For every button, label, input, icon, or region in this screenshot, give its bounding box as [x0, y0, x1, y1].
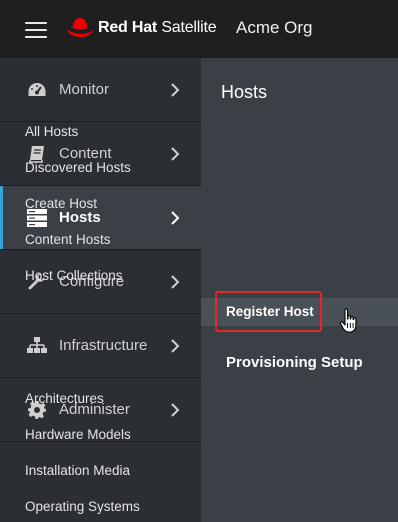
submenu-title: Hosts: [221, 82, 268, 102]
submenu-item-create-host[interactable]: Create Host: [25, 196, 97, 211]
chevron-right-icon: [171, 146, 180, 161]
hosts-submenu: Hosts: [201, 58, 398, 522]
brand-logo[interactable]: Red Hat Satellite: [66, 17, 217, 39]
submenu-item-content-hosts[interactable]: Content Hosts: [25, 232, 111, 247]
brand-name: Red Hat Satellite: [98, 19, 217, 36]
organization-selector[interactable]: Acme Org: [236, 18, 313, 38]
submenu-item-all-hosts[interactable]: All Hosts: [25, 124, 78, 139]
top-header: Red Hat Satellite Acme Org: [0, 0, 398, 58]
submenu-item-operating-systems[interactable]: Operating Systems: [25, 499, 140, 514]
network-icon: [27, 336, 47, 356]
sidebar-item-infrastructure[interactable]: Infrastructure: [0, 314, 201, 378]
sidebar-item-label: Infrastructure: [59, 337, 148, 354]
submenu-item-register-host[interactable]: Register Host: [226, 304, 314, 319]
chevron-right-icon: [171, 274, 180, 289]
sidebar-item-label: Monitor: [59, 81, 110, 98]
hand-pointer-cursor-icon: [339, 308, 357, 333]
submenu-group-header: Provisioning Setup: [226, 354, 363, 371]
submenu-item-architectures[interactable]: Architectures: [25, 391, 104, 406]
submenu-item-installation-media[interactable]: Installation Media: [25, 463, 130, 478]
chevron-right-icon: [171, 338, 180, 353]
hamburger-menu-icon[interactable]: [25, 22, 47, 38]
chevron-right-icon: [171, 210, 180, 225]
submenu-item-discovered-hosts[interactable]: Discovered Hosts: [25, 160, 131, 175]
chevron-right-icon: [171, 82, 180, 97]
red-hat-logo-icon: [67, 18, 93, 37]
chevron-right-icon: [171, 402, 180, 417]
dashboard-gauge-icon: [27, 80, 47, 100]
sidebar-item-label: Hosts: [59, 209, 101, 226]
sidebar-item-monitor[interactable]: Monitor: [0, 58, 201, 122]
submenu-item-host-collections[interactable]: Host Collections: [25, 268, 123, 283]
submenu-item-hardware-models[interactable]: Hardware Models: [25, 427, 131, 442]
